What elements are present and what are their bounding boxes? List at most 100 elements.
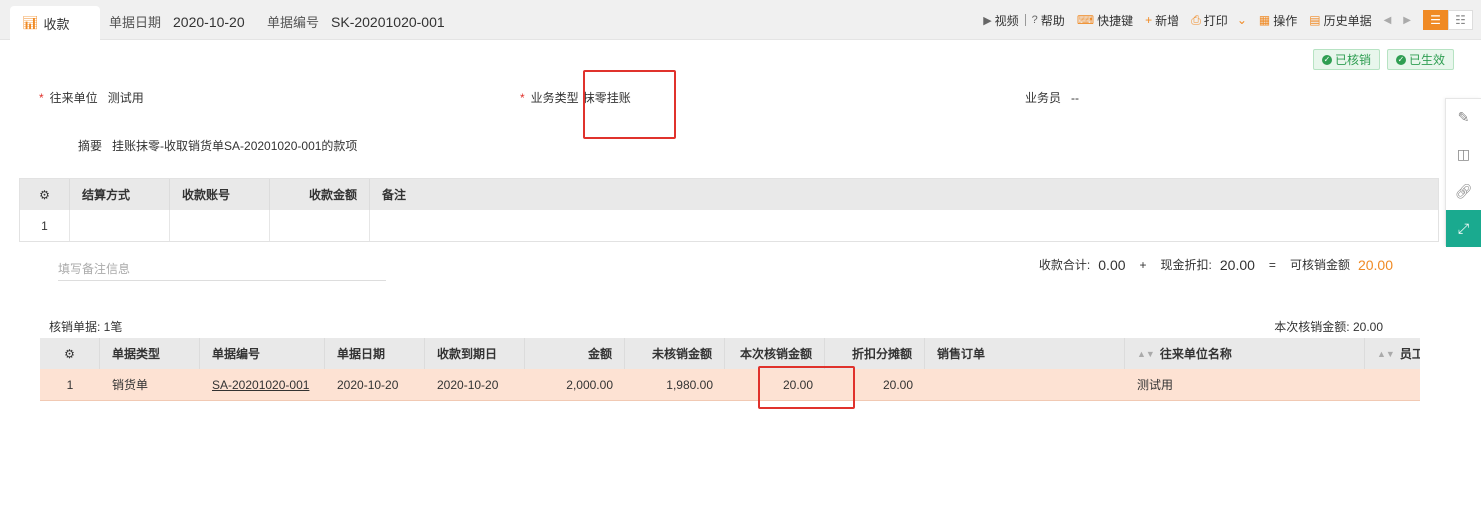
column-header: 结算方式 (70, 179, 170, 210)
column-header: 单据类型 (100, 338, 200, 369)
settle-method-cell[interactable] (70, 210, 170, 241)
highlight-box (758, 366, 855, 409)
side-panel: ✎ ◫ 🔗︎ ⤢ (1445, 98, 1481, 247)
required-mark: * (520, 90, 525, 105)
remark-cell[interactable] (370, 210, 1438, 241)
printer-icon: ⎙ (1191, 12, 1201, 27)
writeoff-label: 可核销金额 (1289, 258, 1350, 272)
doc-date-cell: 2020-10-20 (337, 377, 399, 392)
verified-label: 已核销 (1335, 53, 1372, 67)
memo-input[interactable]: 填写备注信息 (58, 257, 386, 281)
doc-date-label: 单据日期 (109, 15, 162, 30)
help-button[interactable]: ? 帮助 (1026, 10, 1071, 30)
amount-cell: 2,000.00 (566, 377, 613, 392)
summary-label: 摘要 (78, 139, 103, 153)
doc-type-cell: 销货单 (112, 378, 149, 392)
summary-value[interactable]: 挂账抹零-收取销货单SA-20201020-001的款项 (112, 137, 357, 154)
print-button[interactable]: ⎙ 打印 ⌄ (1185, 10, 1253, 30)
column-header: 未核销金额 (625, 338, 725, 369)
discount-label: 现金折扣: (1160, 258, 1212, 272)
due-date-cell: 2020-10-20 (437, 377, 499, 392)
partner-label: 往来单位 (49, 91, 98, 105)
row-index: 1 (66, 377, 74, 392)
check-icon: ✓ (1322, 54, 1332, 65)
document-icon: ▤ (1309, 13, 1321, 27)
column-header: 销售订单 (925, 338, 1125, 369)
next-icon[interactable]: ▶ (1397, 15, 1417, 26)
column-header: 单据日期 (325, 338, 425, 369)
top-bar: 📊︎ 收款 单据日期 2020-10-20 单据编号 SK-20201020-0… (0, 0, 1481, 40)
writeoff-table: ⚙ 单据类型 单据编号 单据日期 收款到期日 金额 未核销金额 本次核销金额 折… (40, 338, 1420, 401)
sort-icon: ▲▼ (1137, 348, 1155, 359)
chevron-down-icon[interactable]: ⌄ (1237, 13, 1247, 27)
salesman-label: 业务员 (1025, 91, 1062, 105)
help-label: 帮助 (1040, 13, 1065, 28)
summary-field: 摘要 挂账抹零-收取销货单SA-20201020-001的款项 (78, 137, 357, 154)
row-index: 1 (20, 210, 70, 241)
plus-sign: + (1139, 257, 1147, 272)
new-button[interactable]: + 新增 (1139, 10, 1185, 30)
check-icon: ✓ (1396, 54, 1406, 65)
link-icon[interactable]: 🔗︎ (1446, 173, 1481, 210)
highlight-box (583, 70, 676, 139)
edit-note-icon[interactable]: ✎ (1446, 99, 1481, 136)
writeoff-current-total: 本次核销金额: 20.00 (1274, 320, 1383, 334)
prev-icon[interactable]: ◀ (1378, 15, 1398, 26)
shortcut-label: 快捷键 (1097, 13, 1134, 28)
column-header: 单据编号 (200, 338, 325, 369)
video-label: 视频 (994, 13, 1019, 28)
inbox-icon[interactable]: ◫ (1446, 136, 1481, 173)
table-row: 1 销货单 SA-20201020-001 2020-10-20 2020-10… (40, 369, 1420, 401)
list-view-icon[interactable]: ☰ (1423, 10, 1448, 30)
doc-no-field: 单据编号 SK-20201020-001 (267, 12, 445, 31)
partner-field: * 往来单位 测试用 (39, 89, 144, 106)
account-cell[interactable] (170, 210, 270, 241)
employee-cell (1365, 369, 1420, 400)
doc-no-text[interactable]: SA-20201020-001 (212, 378, 309, 392)
doc-no-value: SK-20201020-001 (331, 13, 445, 30)
writeoff-count: 核销单据: 1笔 (49, 320, 123, 334)
discount-value: 20.00 (1219, 256, 1255, 273)
doc-date-field: 单据日期 2020-10-20 (109, 12, 245, 31)
salesman-field: 业务员 -- (1025, 89, 1079, 106)
column-header: 本次核销金额 (725, 338, 825, 369)
history-button[interactable]: ▤ 历史单据 (1303, 10, 1377, 30)
collect-total-value: 0.00 (1098, 256, 1126, 273)
tab-receipt[interactable]: 📊︎ 收款 (10, 6, 100, 40)
partner-value[interactable]: 测试用 (108, 89, 144, 106)
column-header: 收款到期日 (425, 338, 525, 369)
play-icon: ▶ (983, 14, 992, 27)
sales-order-cell (925, 369, 1125, 400)
doc-date-value: 2020-10-20 (173, 13, 245, 30)
gear-icon[interactable]: ⚙ (40, 338, 100, 369)
operate-button[interactable]: ▦ 操作 (1253, 10, 1303, 30)
collect-total-label: 收款合计: (1038, 258, 1091, 272)
toolbar: ▶ 视频 ? 帮助 ⌨ 快捷键 + 新增 ⎙ 打印 ⌄ ▦ 操作 ▤ 历史单据 … (977, 10, 1473, 30)
gear-icon[interactable]: ⚙ (20, 179, 70, 210)
video-button[interactable]: ▶ 视频 (977, 10, 1024, 30)
writeoff-value: 20.00 (1357, 256, 1393, 273)
operate-label: 操作 (1273, 13, 1298, 28)
column-header-sortable[interactable]: ▲▼ 往来单位名称 (1125, 338, 1365, 369)
column-header: 金额 (525, 338, 625, 369)
table-row: 1 (20, 210, 1438, 241)
plus-icon: + (1145, 13, 1153, 27)
sort-icon: ▲▼ (1377, 348, 1395, 359)
keyboard-icon: ⌨ (1076, 13, 1095, 27)
doc-no-link[interactable]: SA-20201020-001 (200, 369, 325, 400)
print-label: 打印 (1203, 13, 1228, 28)
salesman-value[interactable]: -- (1071, 91, 1079, 105)
card-view-icon[interactable]: ☷ (1448, 10, 1473, 30)
effective-badge: ✓ 已生效 (1387, 49, 1455, 70)
new-label: 新增 (1155, 13, 1180, 28)
settlement-table: ⚙ 结算方式 收款账号 收款金额 备注 1 (19, 178, 1439, 242)
table-header: ⚙ 结算方式 收款账号 收款金额 备注 (20, 179, 1438, 210)
partner-cell: 测试用 (1137, 378, 1174, 392)
view-switch: ☰ ☷ (1423, 10, 1473, 30)
grid-icon: ▦ (1258, 13, 1271, 27)
chart-icon: 📊︎ (22, 15, 39, 30)
column-header-sortable[interactable]: ▲▼ 员工名 (1365, 338, 1420, 369)
expand-icon[interactable]: ⤢ (1446, 210, 1481, 247)
shortcut-button[interactable]: ⌨ 快捷键 (1071, 10, 1139, 30)
amount-cell[interactable] (270, 210, 370, 241)
